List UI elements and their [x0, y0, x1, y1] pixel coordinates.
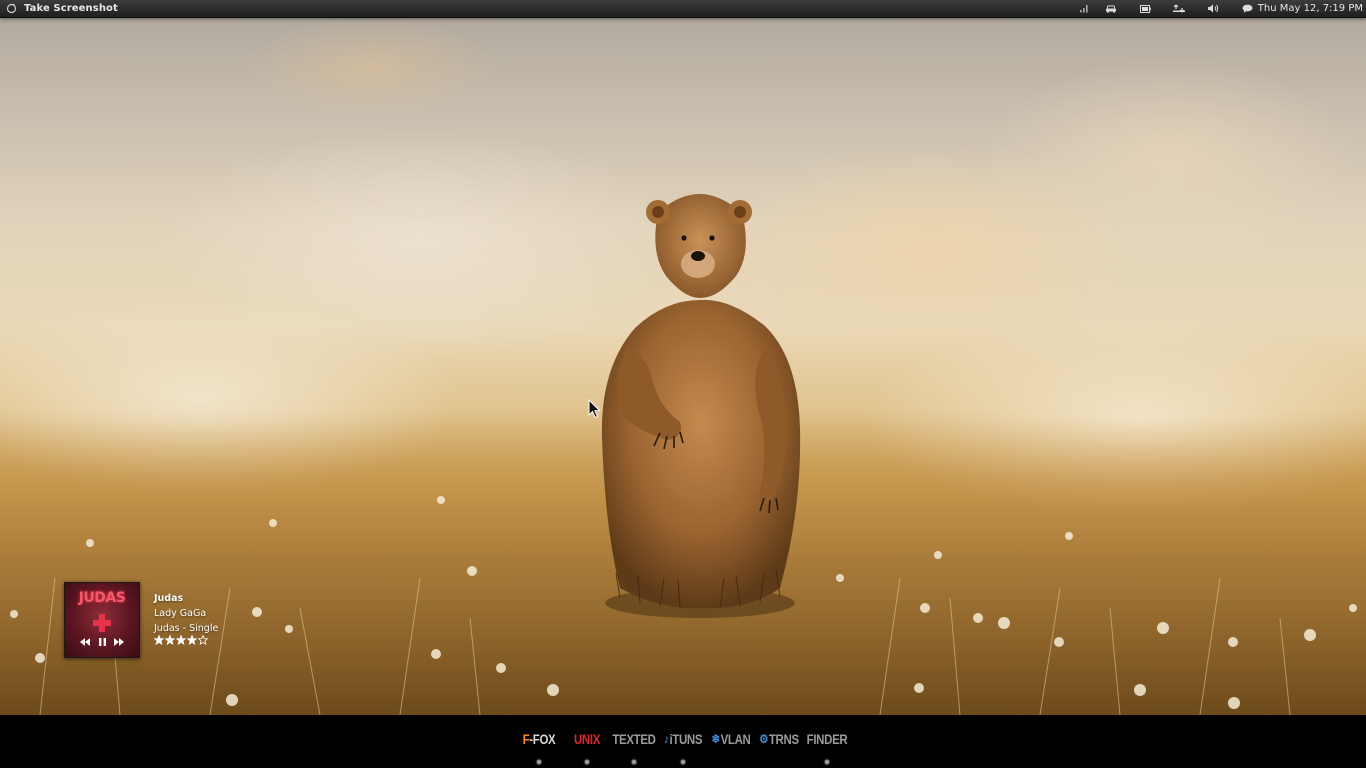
gear-icon: ⚙ — [759, 732, 769, 746]
track-title: Judas — [154, 593, 184, 604]
running-indicator — [681, 760, 685, 764]
track-info: Judas Lady GaGa Judas - Single — [154, 591, 218, 645]
mouse-cursor-icon — [588, 399, 601, 419]
music-note-icon: ♪ — [663, 732, 669, 746]
star-filled-icon[interactable] — [154, 635, 164, 645]
dock-item-finder[interactable]: FINDER — [793, 729, 861, 749]
running-indicator — [632, 760, 636, 764]
dock-item-label: UNIX — [573, 731, 601, 747]
car-icon — [1106, 5, 1116, 13]
network-indicator[interactable] — [1171, 0, 1187, 17]
track-album: Judas - Single — [154, 623, 219, 634]
dock: F -FOX UNIX TEXTED ♪ iTUNS ❄ VLAN ⚙ TRNS FINDER — [0, 715, 1366, 768]
pause-icon — [98, 638, 106, 646]
car-indicator[interactable] — [1103, 0, 1119, 17]
running-indicator — [537, 760, 541, 764]
rewind-icon — [80, 638, 90, 646]
now-playing-widget: JUDAS Judas Lady GaGa Judas - Single — [64, 582, 304, 660]
previous-track-button[interactable] — [80, 637, 91, 648]
track-rating[interactable] — [154, 635, 218, 645]
running-indicator — [585, 760, 589, 764]
app-menu[interactable]: Take Screenshot — [6, 0, 118, 17]
network-icon — [1173, 4, 1185, 13]
dock-item-label: -FOX — [529, 731, 556, 747]
screenshot-app-icon — [6, 3, 17, 14]
star-empty-icon[interactable] — [198, 635, 208, 645]
fast-forward-icon — [114, 638, 124, 646]
app-title: Take Screenshot — [24, 3, 118, 14]
clock[interactable]: Thu May 12, 7:19 PM — [1258, 0, 1363, 17]
dock-item-prefix: F — [522, 731, 530, 747]
album-art-cross — [93, 620, 111, 626]
top-panel: Take Screenshot Thu May 12, 7:19 PM — [0, 0, 1366, 18]
star-filled-icon[interactable] — [187, 635, 197, 645]
chat-indicator[interactable] — [1239, 0, 1255, 17]
battery-icon — [1139, 4, 1151, 13]
player-controls — [65, 635, 139, 649]
album-art[interactable]: JUDAS — [64, 582, 140, 658]
pause-button[interactable] — [97, 637, 108, 648]
running-indicator — [825, 760, 829, 764]
bear — [601, 194, 801, 618]
volume-icon — [1208, 4, 1219, 13]
album-art-title: JUDAS — [78, 590, 126, 606]
desktop: Take Screenshot Thu May 12, 7:19 PM JUDA… — [0, 0, 1366, 768]
signal-indicator[interactable] — [1078, 0, 1091, 17]
next-track-button[interactable] — [114, 637, 125, 648]
signal-icon — [1080, 5, 1088, 13]
volume-indicator[interactable] — [1205, 0, 1221, 17]
dock-item-label: FINDER — [806, 731, 848, 747]
chat-icon — [1242, 4, 1252, 13]
battery-indicator[interactable] — [1137, 0, 1153, 17]
star-filled-icon[interactable] — [165, 635, 175, 645]
snowflake-icon: ❄ — [711, 732, 721, 746]
star-filled-icon[interactable] — [176, 635, 186, 645]
track-artist: Lady GaGa — [154, 608, 207, 619]
